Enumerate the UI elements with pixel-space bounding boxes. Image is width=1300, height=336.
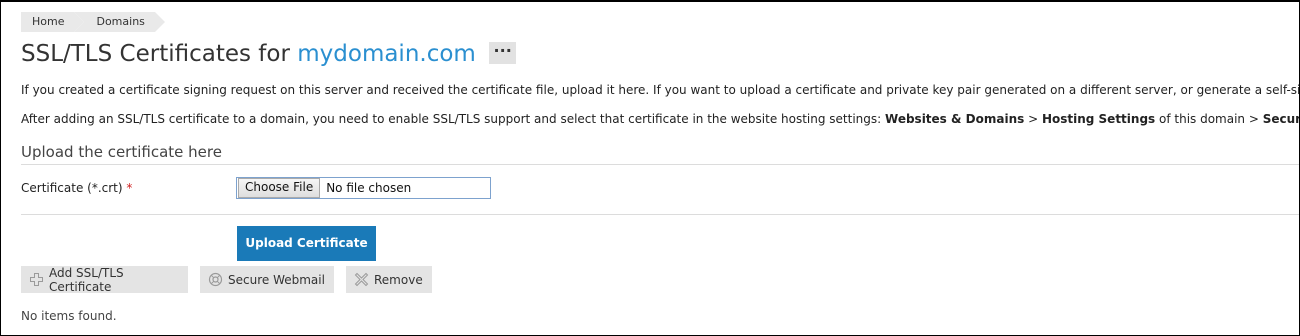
websites-domains-ref: Websites & Domains — [885, 112, 1025, 126]
page-frame: Home Domains SSL/TLS Certificates for my… — [0, 0, 1300, 336]
plus-icon — [29, 272, 44, 287]
description-line-2: After adding an SSL/TLS certificate to a… — [21, 111, 1299, 127]
remove-label: Remove — [374, 272, 423, 287]
certificate-toolbar: Add SSL/TLS Certificate Secure Webmail R… — [21, 265, 444, 294]
certificate-file-input[interactable]: Choose File No file chosen — [236, 177, 491, 199]
description-text: After adding an SSL/TLS certificate to a… — [21, 112, 886, 126]
empty-list-message: No items found. — [21, 309, 117, 323]
page-title: SSL/TLS Certificates for mydomain.com ··… — [21, 38, 517, 70]
more-actions-button[interactable]: ··· — [489, 41, 517, 64]
choose-file-button[interactable]: Choose File — [238, 178, 321, 198]
secure-webmail-button[interactable]: Secure Webmail — [200, 266, 334, 293]
secure-webmail-label: Secure Webmail — [228, 272, 325, 287]
certificate-label-text: Certificate (*.crt) — [21, 181, 123, 195]
remove-icon — [354, 272, 369, 287]
breadcrumb-home[interactable]: Home — [21, 12, 86, 32]
add-certificate-label: Add SSL/TLS Certificate — [49, 265, 124, 294]
add-certificate-button[interactable]: Add SSL/TLS Certificate — [21, 265, 188, 294]
breadcrumb-domains[interactable]: Domains — [74, 12, 166, 32]
required-marker: * — [126, 181, 133, 195]
remove-button[interactable]: Remove — [346, 266, 432, 293]
webmail-icon — [208, 272, 223, 287]
file-status-text: No file chosen — [326, 181, 412, 195]
security-ref: Security — [1262, 112, 1299, 126]
description-text-mid: of this domain > — [1155, 112, 1263, 126]
page-title-prefix: SSL/TLS Certificates for — [21, 41, 290, 67]
breadcrumb: Home Domains — [21, 12, 166, 32]
hosting-settings-ref: Hosting Settings — [1041, 112, 1156, 126]
section-divider — [21, 164, 1299, 165]
domain-link[interactable]: mydomain.com — [297, 41, 476, 67]
certificate-field-label: Certificate (*.crt) * — [21, 181, 132, 195]
form-divider — [21, 214, 1299, 215]
upload-certificate-button[interactable]: Upload Certificate — [237, 226, 376, 261]
description-line-1: If you created a certificate signing req… — [21, 83, 1300, 97]
description-sep: > — [1024, 112, 1042, 126]
upload-section-title: Upload the certificate here — [21, 143, 222, 161]
